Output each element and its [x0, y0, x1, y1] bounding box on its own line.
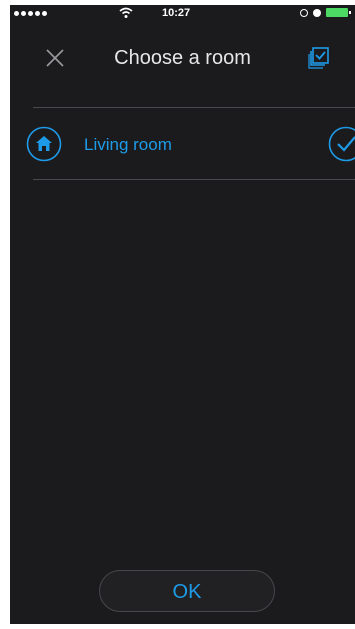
signal-strength-icon	[14, 11, 47, 16]
battery-icon	[326, 8, 351, 17]
room-label: Living room	[84, 135, 172, 154]
alarm-icon	[313, 8, 321, 17]
home-icon	[26, 126, 62, 162]
rotation-lock-icon	[300, 8, 308, 17]
divider	[33, 107, 355, 108]
list-item-living-room[interactable]: Living room	[10, 113, 355, 175]
close-icon[interactable]	[42, 45, 68, 71]
header: Choose a room	[10, 35, 355, 81]
app-screen: 10:27 Choose a room Living room OK	[10, 5, 355, 624]
wifi-icon	[119, 7, 133, 18]
select-all-icon[interactable]	[306, 45, 332, 71]
status-bar: 10:27	[10, 5, 355, 23]
checkmark-icon[interactable]	[328, 126, 355, 162]
status-time: 10:27	[162, 7, 191, 19]
ok-button[interactable]: OK	[99, 570, 275, 612]
divider	[33, 179, 355, 180]
status-icons	[300, 8, 351, 17]
